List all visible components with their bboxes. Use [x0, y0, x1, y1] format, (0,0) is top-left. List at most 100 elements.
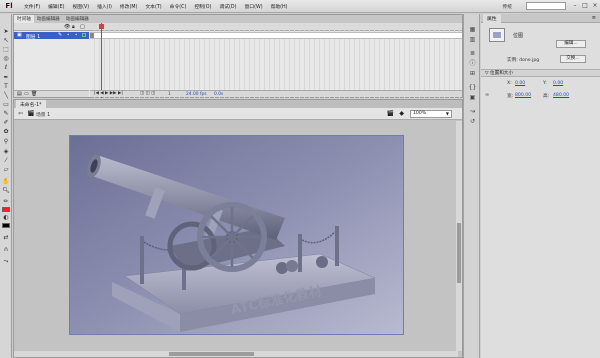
hand-tool-icon[interactable]: ✋: [2, 178, 10, 185]
stroke-color-icon[interactable]: ✏: [2, 198, 10, 205]
smooth-icon[interactable]: ⤳: [2, 258, 10, 265]
free-transform-tool-icon[interactable]: ⬚: [2, 46, 10, 53]
link-dimensions-icon[interactable]: ∞: [485, 92, 489, 98]
elapsed-time[interactable]: 0.0s: [214, 92, 223, 97]
maximize-button[interactable]: □: [580, 1, 590, 11]
3d-rotation-tool-icon[interactable]: ◎: [2, 55, 10, 62]
horizontal-scrollbar[interactable]: [14, 351, 458, 357]
deco-tool-icon[interactable]: ✿: [2, 128, 10, 135]
playback-controls-icon[interactable]: |◀ ◀ ▶ ▶▶ ▶|: [94, 91, 123, 96]
history-icon[interactable]: ↺: [468, 118, 477, 126]
bitmap-icon: [489, 28, 505, 42]
pencil-edit-icon: ✎: [58, 32, 63, 38]
panel-menu-icon[interactable]: ≡: [592, 15, 596, 21]
tools-panel: ➤ ↖ ⬚ ◎ ℓ ✒ T ╲ ▭ ✎ ✐ ✿ ⚲ ◈ ⁄ ▱ ✋ 🔍︎ ✏ ◐…: [0, 14, 12, 358]
workspace-switcher[interactable]: 传统: [502, 3, 512, 10]
eye-icon[interactable]: 👁︎: [64, 24, 70, 30]
position-size-section[interactable]: ▽ 位置和大小: [481, 69, 600, 77]
menu-modify[interactable]: 修改(M): [120, 3, 137, 10]
selection-tool-icon[interactable]: ➤: [2, 28, 10, 35]
menu-help[interactable]: 帮助(H): [271, 3, 288, 10]
new-folder-icon[interactable]: ▭: [24, 91, 29, 97]
stage-bitmap[interactable]: ATC标准化教材: [69, 135, 404, 335]
back-arrow-icon[interactable]: ⇦: [18, 110, 23, 117]
info-icon[interactable]: ⓘ: [468, 60, 477, 68]
visibility-dot-icon[interactable]: •: [67, 32, 69, 37]
playhead-handle[interactable]: [99, 24, 104, 29]
edit-button[interactable]: 编辑...: [556, 40, 586, 48]
bitmap-type-label: 位图: [513, 33, 524, 39]
components-icon[interactable]: ▣: [468, 94, 477, 102]
outline-icon[interactable]: □: [80, 24, 85, 30]
new-layer-icon[interactable]: ▤: [17, 91, 22, 97]
swap-colors-icon[interactable]: ⇄: [2, 234, 10, 241]
snap-magnet-icon[interactable]: ∩: [2, 246, 10, 253]
line-tool-icon[interactable]: ╲: [2, 92, 10, 99]
x-value[interactable]: 0.00: [515, 81, 525, 86]
menu-view[interactable]: 视图(V): [72, 3, 89, 10]
minimize-button[interactable]: –: [570, 1, 580, 11]
pen-tool-icon[interactable]: ✒: [2, 74, 10, 81]
menu-text[interactable]: 文本(T): [145, 3, 161, 10]
align-icon[interactable]: ≣: [468, 50, 477, 58]
vertical-scrollbar[interactable]: [456, 121, 462, 351]
tab-motion-editor[interactable]: 动画编辑器: [34, 15, 63, 23]
delete-layer-icon[interactable]: 🗑︎: [31, 91, 37, 97]
transform-icon[interactable]: ⊞: [468, 70, 477, 78]
flash-app-window: Fl 文件(F) 编辑(E) 视图(V) 插入(I) 修改(M) 文本(T) 命…: [0, 0, 600, 358]
y-value[interactable]: 0.00: [553, 81, 563, 86]
layer-name[interactable]: 图层 1: [26, 33, 40, 40]
fill-color-icon[interactable]: ◐: [2, 214, 10, 221]
code-snippets-icon[interactable]: {}: [468, 84, 477, 92]
menu-control[interactable]: 控制(O): [194, 3, 211, 10]
text-tool-icon[interactable]: T: [2, 83, 10, 90]
zoom-select[interactable]: 100% ▼: [410, 110, 452, 118]
document-tab[interactable]: 未命名-1*: [16, 100, 46, 108]
swap-button[interactable]: 交换...: [560, 55, 586, 63]
bone-tool-icon[interactable]: ⚲: [2, 138, 10, 145]
properties-panel: 属性 ≡ 位图 编辑... 实例: done.jpg 交换... ▽ 位置和大小…: [481, 14, 600, 358]
fill-color-swatch[interactable]: [2, 223, 10, 228]
menu-commands[interactable]: 命令(C): [170, 3, 187, 10]
stroke-color-swatch[interactable]: [2, 207, 10, 212]
edit-symbol-icon[interactable]: ◆: [399, 110, 404, 117]
help-search-input[interactable]: [526, 2, 566, 10]
height-value[interactable]: 480.00: [553, 93, 569, 98]
keyframe[interactable]: [90, 33, 94, 38]
subselection-tool-icon[interactable]: ↖: [2, 37, 10, 44]
zoom-tool-icon[interactable]: 🔍︎: [2, 187, 10, 194]
rectangle-tool-icon[interactable]: ▭: [2, 101, 10, 108]
vertical-scroll-thumb[interactable]: [457, 223, 461, 283]
menu-file[interactable]: 文件(F): [24, 3, 40, 10]
paint-bucket-tool-icon[interactable]: ◈: [2, 148, 10, 155]
frame-rate[interactable]: 24.00 fps: [186, 92, 207, 97]
outline-color-icon[interactable]: [82, 33, 86, 37]
onion-skin-icon[interactable]: ◫ ◫ ◫: [140, 91, 155, 96]
pencil-tool-icon[interactable]: ✎: [2, 110, 10, 117]
swatches-icon[interactable]: ▥: [468, 36, 477, 44]
lasso-tool-icon[interactable]: ℓ: [2, 64, 10, 71]
close-button[interactable]: ×: [590, 1, 600, 11]
horizontal-scroll-thumb[interactable]: [169, 352, 254, 356]
motion-presets-icon[interactable]: ↝: [468, 108, 477, 116]
tab-motion-editor-2[interactable]: 动画编辑器: [63, 15, 92, 23]
current-frame[interactable]: 1: [168, 92, 171, 97]
tab-timeline[interactable]: 时间轴: [14, 15, 34, 23]
menu-window[interactable]: 窗口(W): [244, 3, 262, 10]
layer-frames[interactable]: [90, 32, 462, 39]
tab-properties[interactable]: 属性: [483, 14, 501, 23]
lock-icon[interactable]: 🔒︎: [72, 24, 75, 30]
scene-label[interactable]: 场景 1: [36, 111, 50, 118]
menu-debug[interactable]: 调试(D): [219, 3, 236, 10]
eyedropper-tool-icon[interactable]: ⁄: [2, 157, 10, 164]
brush-tool-icon[interactable]: ✐: [2, 119, 10, 126]
color-panel-icon[interactable]: ▦: [468, 26, 477, 34]
edit-scene-icon[interactable]: 🎬︎: [386, 110, 394, 117]
menu-insert[interactable]: 插入(I): [97, 3, 112, 10]
width-value[interactable]: 800.00: [515, 93, 531, 98]
layer-row[interactable]: ▣ 图层 1 ✎ • •: [14, 32, 89, 40]
lock-dot-icon[interactable]: •: [75, 32, 77, 37]
eraser-tool-icon[interactable]: ▱: [2, 166, 10, 173]
layer-controls: ▤ ▭ 🗑︎: [14, 90, 89, 97]
menu-edit[interactable]: 编辑(E): [48, 3, 64, 10]
